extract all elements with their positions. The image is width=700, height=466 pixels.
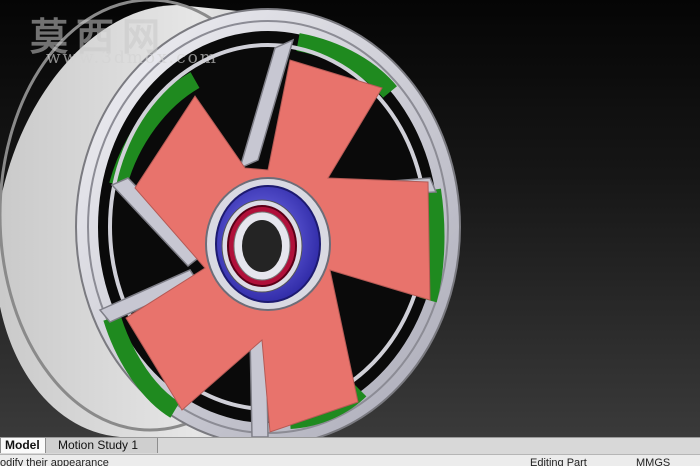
status-bar: odify their appearance Editing Part MMGS — [0, 454, 700, 466]
tab-model[interactable]: Model — [0, 438, 46, 453]
axle-hole — [242, 220, 282, 272]
bottom-tab-bar: Model Motion Study 1 — [0, 437, 700, 454]
tab-model-label: Model — [5, 438, 40, 452]
tab-motion-study-label: Motion Study 1 — [58, 438, 139, 452]
tab-motion-study-1[interactable]: Motion Study 1 — [46, 438, 158, 453]
watermark-url: www.3dmox.com — [46, 48, 218, 68]
graphics-area[interactable]: 莫西网 www.3dmox.com — [0, 0, 700, 437]
